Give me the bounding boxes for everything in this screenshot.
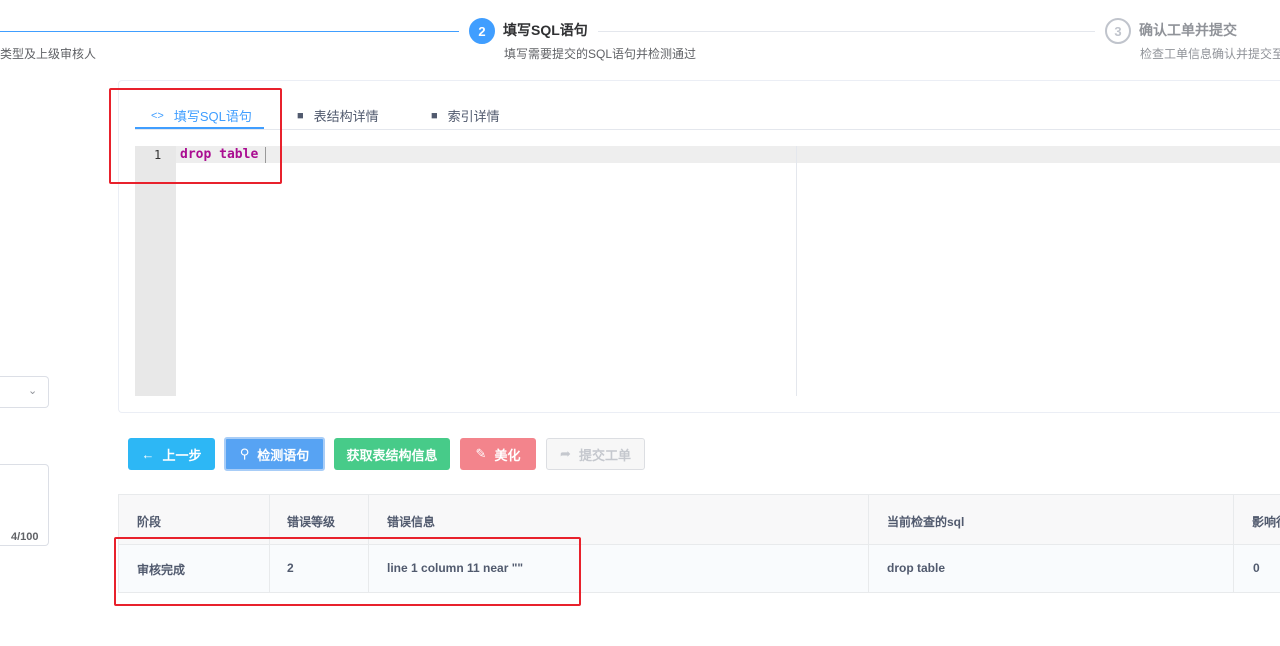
column-divider bbox=[868, 494, 869, 593]
step-2-desc: 填写需要提交的SQL语句并检测通过 bbox=[504, 47, 697, 61]
column-header-affected-rows[interactable]: 影响行 bbox=[1252, 513, 1280, 530]
chevron-down-icon: ⌄ bbox=[28, 385, 38, 397]
arrow-left-icon: ← bbox=[141, 446, 155, 462]
step-1-desc: 类型及上级审核人 bbox=[0, 47, 97, 61]
step-3-title: 确认工单并提交 bbox=[1139, 22, 1237, 38]
prev-step-button[interactable]: ← 上一步 bbox=[128, 438, 215, 470]
step-2-number: 2 bbox=[469, 18, 495, 44]
column-divider bbox=[1233, 494, 1234, 593]
folder-icon: ■ bbox=[297, 109, 304, 122]
column-header-error-level[interactable]: 错误等级 bbox=[287, 513, 335, 530]
cell-affected-rows: 0 bbox=[1253, 561, 1260, 575]
prev-step-label: 上一步 bbox=[162, 447, 202, 463]
highlight-box-result bbox=[114, 537, 581, 606]
editor-active-line bbox=[176, 146, 1280, 163]
step-2-line bbox=[598, 31, 1095, 32]
submit-ticket-button[interactable]: ➦ 提交工单 bbox=[546, 438, 645, 470]
step-1-line bbox=[0, 31, 459, 32]
tab-index-details-label: 索引详情 bbox=[447, 109, 500, 124]
get-table-structure-label: 获取表结构信息 bbox=[346, 447, 438, 463]
brush-icon: ✎ bbox=[475, 446, 487, 461]
column-header-affected-rows-label: 影响行 bbox=[1252, 515, 1280, 529]
partial-select[interactable]: ⌄ bbox=[0, 376, 49, 408]
beautify-label: 美化 bbox=[494, 447, 521, 463]
highlight-box-editor bbox=[109, 88, 282, 184]
share-icon: ➦ bbox=[560, 446, 571, 461]
tabs-divider bbox=[135, 129, 1280, 130]
tab-table-structure[interactable]: ■ 表结构详情 bbox=[297, 106, 379, 125]
column-header-stage[interactable]: 阶段 bbox=[137, 513, 161, 530]
editor-split-divider bbox=[796, 146, 797, 396]
submit-ticket-label: 提交工单 bbox=[578, 447, 631, 463]
partial-textarea[interactable]: 4/100 bbox=[0, 464, 49, 546]
cell-current-sql: drop table bbox=[887, 561, 946, 575]
step-3-number: 3 bbox=[1105, 18, 1131, 44]
column-header-current-sql[interactable]: 当前检查的sql bbox=[887, 513, 964, 530]
beautify-button[interactable]: ✎ 美化 bbox=[460, 438, 536, 470]
column-header-error-message[interactable]: 错误信息 bbox=[387, 513, 435, 530]
check-sql-label: 检测语句 bbox=[257, 447, 310, 463]
get-table-structure-button[interactable]: 获取表结构信息 bbox=[334, 438, 450, 470]
step-2-title: 填写SQL语句 bbox=[503, 22, 588, 38]
textarea-counter: 4/100 bbox=[11, 531, 39, 543]
folder-icon: ■ bbox=[431, 109, 438, 122]
tab-table-structure-label: 表结构详情 bbox=[313, 109, 379, 124]
check-sql-button[interactable]: ⚲ 检测语句 bbox=[224, 437, 325, 471]
step-3-desc: 检查工单信息确认并提交至 bbox=[1140, 47, 1280, 61]
tab-index-details[interactable]: ■ 索引详情 bbox=[431, 106, 500, 125]
search-icon: ⚲ bbox=[239, 446, 250, 461]
